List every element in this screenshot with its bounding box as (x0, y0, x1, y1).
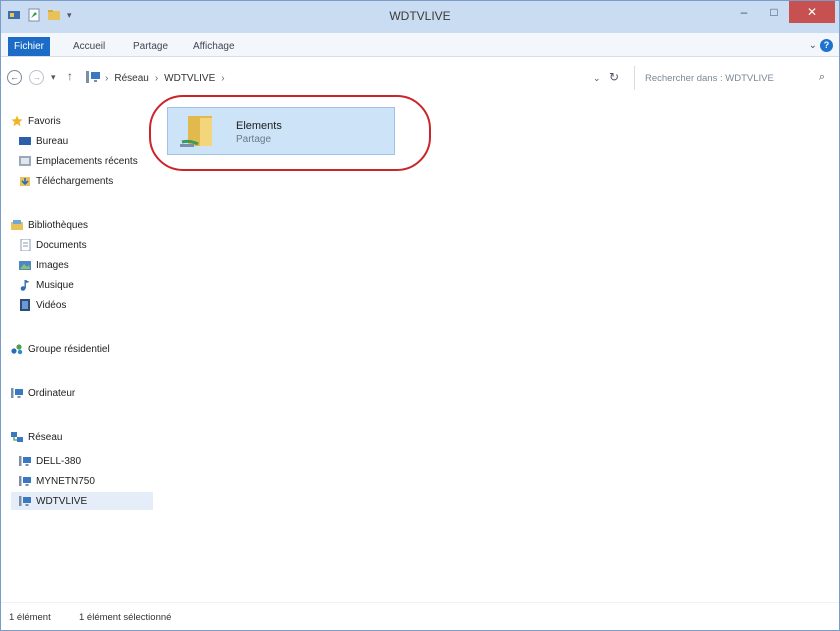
refresh-button[interactable]: ↻ (609, 70, 619, 84)
computer-icon (19, 476, 31, 486)
libraries-icon (11, 220, 23, 230)
nav-item-images[interactable]: Images (19, 257, 69, 273)
nav-item-wdtvlive[interactable]: WDTVLIVE (11, 492, 153, 510)
computer-icon (86, 71, 100, 83)
highlight-ring (149, 95, 431, 171)
main-area: Favoris Bureau Emplacements récents Télé… (1, 97, 839, 602)
nav-item-emplacements-recents[interactable]: Emplacements récents (19, 153, 138, 169)
up-button[interactable]: ↑ (67, 69, 73, 83)
breadcrumb-reseau[interactable]: Réseau (110, 73, 152, 84)
file-list: Elements Partage (153, 97, 839, 602)
nav-item-musique[interactable]: Musique (19, 277, 74, 293)
breadcrumb-wdtvlive[interactable]: WDTVLIVE (160, 73, 219, 84)
computer-icon (19, 456, 31, 466)
maximize-button[interactable]: □ (759, 1, 789, 23)
navigation-bar: ← → ▾ ↑ › Réseau › WDTVLIVE › ⌄ ↻ Recher… (1, 57, 839, 97)
images-icon (19, 261, 31, 270)
nav-item-reseau[interactable]: Réseau (11, 429, 62, 445)
nav-item-bureau[interactable]: Bureau (19, 133, 68, 149)
item-count: 1 élément (9, 612, 51, 623)
recent-locations-button[interactable]: ▾ (51, 72, 56, 83)
network-icon (11, 432, 23, 442)
tab-fichier[interactable]: Fichier (8, 37, 51, 56)
nav-item-favoris[interactable]: Favoris (11, 113, 61, 129)
tab-affichage[interactable]: Affichage (187, 37, 241, 55)
tab-partage[interactable]: Partage (127, 37, 174, 55)
downloads-icon (20, 177, 30, 186)
tab-accueil[interactable]: Accueil (67, 37, 111, 55)
nav-item-documents[interactable]: Documents (19, 237, 87, 253)
documents-icon (20, 239, 31, 251)
homegroup-icon (11, 344, 23, 355)
caption-buttons: – □ ✕ (729, 1, 835, 23)
help-icon[interactable]: ? (820, 39, 833, 52)
forward-button[interactable]: → (29, 70, 44, 85)
desktop-icon (19, 137, 31, 145)
nav-item-telechargements[interactable]: Téléchargements (19, 173, 113, 189)
recent-places-icon (19, 156, 31, 166)
window-title: WDTVLIVE (389, 9, 451, 23)
breadcrumb-separator: › (105, 72, 109, 84)
nav-item-bibliotheques[interactable]: Bibliothèques (11, 217, 88, 233)
explorer-window: ▾ WDTVLIVE – □ ✕ Fichier Accueil Partage… (0, 0, 840, 631)
breadcrumb-separator: › (154, 72, 159, 84)
search-input[interactable]: Rechercher dans : WDTVLIVE (634, 66, 814, 90)
nav-item-groupe-residentiel[interactable]: Groupe résidentiel (11, 341, 110, 357)
back-button[interactable]: ← (7, 70, 22, 85)
address-breadcrumb[interactable]: › Réseau › WDTVLIVE › (103, 67, 593, 89)
nav-item-videos[interactable]: Vidéos (19, 297, 66, 313)
videos-icon (20, 299, 30, 311)
nav-item-ordinateur[interactable]: Ordinateur (11, 385, 75, 401)
close-button[interactable]: ✕ (789, 1, 835, 23)
search-icon[interactable]: ⌕ (819, 71, 825, 84)
navigation-pane: Favoris Bureau Emplacements récents Télé… (11, 107, 153, 602)
expand-ribbon-icon[interactable]: ⌄ (809, 40, 817, 51)
selection-count: 1 élément sélectionné (79, 612, 172, 623)
computer-icon (11, 388, 23, 398)
nav-item-dell-380[interactable]: DELL-380 (19, 453, 81, 469)
music-icon (20, 280, 30, 291)
nav-item-mynetn750[interactable]: MYNETN750 (19, 473, 95, 489)
breadcrumb-separator: › (221, 72, 225, 84)
computer-icon (19, 496, 31, 506)
minimize-button[interactable]: – (729, 1, 759, 23)
status-bar: 1 élément 1 élément sélectionné (1, 602, 839, 630)
ribbon-tabs: Fichier Accueil Partage Affichage ⌄ ? (1, 33, 839, 57)
star-icon (11, 115, 23, 127)
address-history-dropdown[interactable]: ⌄ (593, 73, 601, 84)
title-bar: ▾ WDTVLIVE – □ ✕ (1, 1, 839, 33)
